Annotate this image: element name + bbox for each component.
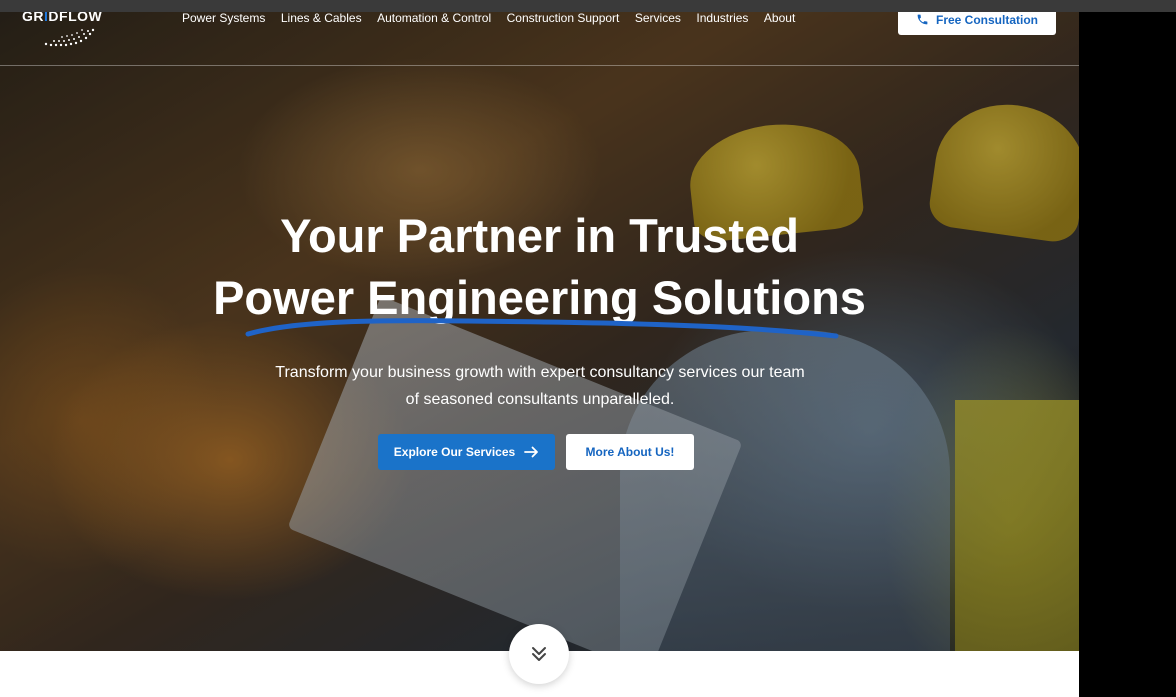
nav-item-services[interactable]: Services: [635, 11, 681, 25]
nav-item-industries[interactable]: Industries: [696, 11, 748, 25]
arrow-right-icon: [524, 446, 539, 458]
main-nav: Power Systems Lines & Cables Automation …: [182, 11, 811, 25]
double-chevron-down-icon: [532, 647, 546, 661]
phone-icon: [917, 14, 928, 25]
subtitle-line-1: Transform your business growth with expe…: [275, 364, 805, 381]
hero-headline: Your Partner in Trusted Power Engineerin…: [0, 205, 1079, 329]
headline-underline: [245, 318, 839, 339]
headline-line-1: Your Partner in Trusted: [280, 209, 799, 262]
nav-item-lines-cables[interactable]: Lines & Cables: [281, 11, 362, 25]
hero-section: GRIDFLOW Power Systems Lines & Cables Au…: [0, 0, 1079, 651]
subtitle-line-2: of seasoned consultants unparalleled.: [405, 391, 675, 408]
nav-item-automation-control[interactable]: Automation & Control: [377, 11, 491, 25]
explore-services-label: Explore Our Services: [393, 445, 516, 459]
nav-item-construction-support[interactable]: Construction Support: [507, 11, 620, 25]
nav-item-power-systems[interactable]: Power Systems: [182, 11, 265, 25]
more-about-us-label: More About Us!: [585, 445, 675, 459]
website: GRIDFLOW Power Systems Lines & Cables Au…: [0, 0, 1079, 697]
lightning-dots-icon: [44, 28, 95, 47]
explore-services-button[interactable]: Explore Our Services: [378, 434, 555, 470]
logo[interactable]: GRIDFLOW: [22, 8, 122, 52]
nav-item-about[interactable]: About: [764, 11, 795, 25]
scroll-down-button[interactable]: [509, 624, 569, 684]
more-about-us-button[interactable]: More About Us!: [566, 434, 694, 470]
hero-subtitle: Transform your business growth with expe…: [240, 359, 840, 413]
browser-top-strip: [0, 0, 1176, 12]
free-consultation-label: Free Consultation: [935, 12, 1038, 27]
header-divider: [0, 65, 1079, 66]
